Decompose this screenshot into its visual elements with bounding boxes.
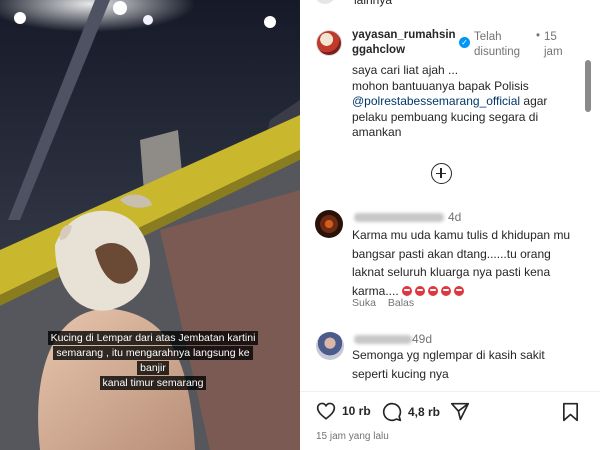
emoji-group bbox=[402, 284, 467, 298]
blurred-username bbox=[354, 335, 412, 344]
author-username[interactable]: yayasan_rumahsinggahclow bbox=[352, 28, 460, 58]
edited-label: Telah disunting bbox=[474, 31, 521, 58]
commenter-avatar[interactable] bbox=[315, 210, 343, 238]
comment-time[interactable]: 4d bbox=[448, 210, 461, 224]
comment-time[interactable]: 49d bbox=[412, 332, 432, 346]
heart-icon bbox=[316, 402, 336, 420]
mention-link[interactable]: @polrestabessemarang_official bbox=[352, 94, 520, 108]
blurred-username bbox=[354, 213, 444, 222]
load-more-comments-icon[interactable] bbox=[431, 163, 452, 184]
post-actions-bar: 10 rb 4,8 rb 15 jam yang lalu bbox=[300, 392, 600, 450]
comment-actions: Suka Balas bbox=[352, 297, 423, 309]
post-media[interactable]: Kucing di Lempar dari atas Jembatan kart… bbox=[0, 0, 300, 450]
comments-count[interactable]: 4,8 rb bbox=[408, 405, 440, 419]
scrollbar[interactable] bbox=[585, 60, 591, 112]
commenter-avatar[interactable] bbox=[316, 332, 344, 360]
like-comment-button[interactable]: Suka bbox=[352, 297, 376, 309]
comment-text: Semonga yg nglempar di kasih sakit seper… bbox=[352, 348, 545, 381]
caption-line: @polrestabessemarang_official agar pelak… bbox=[352, 94, 577, 141]
previous-comment-text: lainnya bbox=[354, 0, 393, 7]
reply-button[interactable]: Balas bbox=[388, 297, 414, 309]
comment-text: Karma mu uda kamu tulis d khidupan mu ba… bbox=[352, 226, 577, 300]
angry-face-icon bbox=[402, 285, 413, 296]
caption-line: mohon bantuuanya bapak Polisis bbox=[352, 78, 529, 93]
video-caption: Kucing di Lempar dari atas Jembatan kart… bbox=[42, 331, 264, 391]
verified-badge-icon: ✓ bbox=[459, 37, 470, 48]
post-caption: saya cari liat ajah ... mohon bantuuanya… bbox=[352, 63, 577, 141]
post-time[interactable]: 15 jam bbox=[544, 30, 574, 60]
caption-line: saya cari liat ajah ... bbox=[352, 63, 459, 77]
separator-dot: • bbox=[536, 30, 541, 42]
author-avatar[interactable] bbox=[316, 30, 342, 56]
share-button[interactable] bbox=[450, 402, 470, 421]
comments-panel: lainnya yayasan_rumahsinggahclow ✓ Telah… bbox=[300, 0, 600, 450]
caption-line: Kucing di Lempar dari atas Jembatan kart… bbox=[47, 331, 259, 345]
comment-button[interactable]: 4,8 rb bbox=[382, 402, 440, 422]
likes-count[interactable]: 10 rb bbox=[342, 404, 371, 418]
caption-line: semarang , itu mengarahnya langsung ke b… bbox=[53, 346, 253, 375]
like-button[interactable]: 10 rb bbox=[316, 402, 371, 420]
save-button[interactable] bbox=[562, 402, 579, 422]
angry-face-icon bbox=[428, 285, 439, 296]
previous-avatar-icon bbox=[314, 0, 336, 4]
comment-bubble-icon bbox=[382, 402, 402, 422]
post-header: yayasan_rumahsinggahclow ✓ Telah disunti… bbox=[352, 28, 592, 58]
angry-face-icon bbox=[415, 285, 426, 296]
caption-line: kanal timur semarang bbox=[99, 376, 207, 390]
paper-plane-icon bbox=[450, 402, 470, 421]
post-timestamp: 15 jam yang lalu bbox=[316, 431, 389, 442]
bookmark-icon bbox=[562, 402, 578, 422]
angry-face-icon bbox=[441, 285, 452, 296]
comments-scroll-area[interactable]: lainnya yayasan_rumahsinggahclow ✓ Telah… bbox=[300, 0, 600, 390]
angry-face-icon bbox=[454, 285, 465, 296]
